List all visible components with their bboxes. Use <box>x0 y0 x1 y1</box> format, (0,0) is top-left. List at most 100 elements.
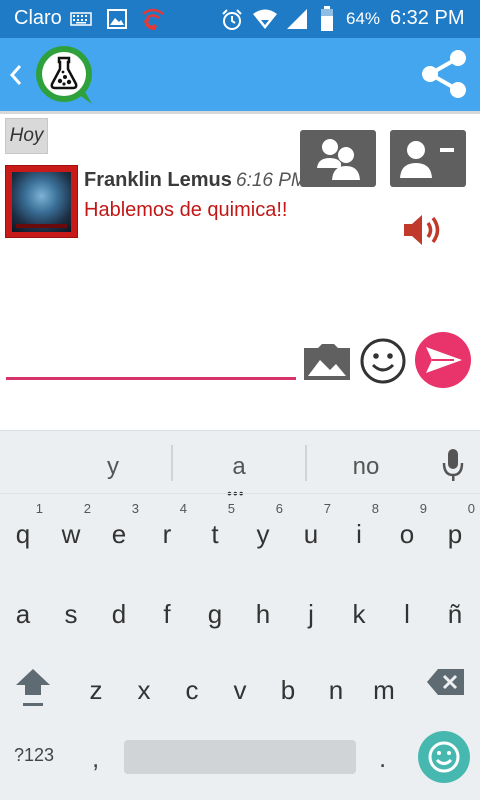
back-arrow-icon[interactable] <box>6 58 26 92</box>
key-label: l <box>404 599 410 629</box>
suggestion-3[interactable]: no <box>344 453 388 481</box>
key-s[interactable]: s <box>49 581 93 637</box>
key-u[interactable]: u7 <box>289 501 333 557</box>
image-icon <box>107 9 127 29</box>
key-number-hint: 3 <box>131 501 139 516</box>
key-d[interactable]: d <box>97 581 141 637</box>
key-label: a <box>15 599 31 629</box>
key-label: r <box>162 519 172 549</box>
key-label: d <box>111 599 127 629</box>
keyboard-divider <box>0 493 480 494</box>
key-label: b <box>280 675 296 705</box>
key-label: f <box>163 599 171 629</box>
key-n[interactable]: n <box>314 657 358 713</box>
contact-button[interactable] <box>390 130 466 187</box>
suggestion-2[interactable]: a <box>222 453 256 481</box>
key-h[interactable]: h <box>241 581 285 637</box>
group-button[interactable] <box>300 130 376 187</box>
key-l[interactable]: l <box>385 581 429 637</box>
shift-icon[interactable] <box>14 665 52 709</box>
day-separator: Hoy <box>5 118 48 154</box>
key-t[interactable]: t5 <box>193 501 237 557</box>
avatar-image <box>12 172 71 232</box>
speaker-icon[interactable] <box>402 212 444 248</box>
message-input[interactable] <box>6 340 296 380</box>
signal-icon <box>287 9 307 29</box>
key-i[interactable]: i8 <box>337 501 381 557</box>
key-z[interactable]: z <box>74 657 118 713</box>
chemistry-flask-logo <box>36 46 92 104</box>
group-icon <box>317 139 360 180</box>
key-label: q <box>15 519 31 549</box>
suggestion-separator <box>305 445 307 481</box>
key-r[interactable]: r4 <box>145 501 189 557</box>
key-label: p <box>447 519 463 549</box>
key-label: s <box>64 599 78 629</box>
emoji-key-icon <box>428 741 460 773</box>
period-key[interactable]: . <box>379 743 386 774</box>
key-w[interactable]: w2 <box>49 501 93 557</box>
key-label: z <box>89 675 103 705</box>
mic-icon[interactable] <box>440 447 466 483</box>
key-label: o <box>399 519 415 549</box>
clock: 6:32 PM <box>390 7 465 29</box>
avatar[interactable] <box>5 165 78 238</box>
key-label: i <box>356 519 362 549</box>
key-m[interactable]: m <box>362 657 406 713</box>
key-number-hint: 6 <box>275 501 283 516</box>
key-p[interactable]: p0 <box>433 501 477 557</box>
spacebar[interactable] <box>124 740 356 774</box>
key-label: v <box>233 675 247 705</box>
key-q[interactable]: q1 <box>1 501 45 557</box>
header-divider <box>0 111 480 114</box>
backspace-icon[interactable] <box>426 667 466 697</box>
send-icon[interactable] <box>414 331 472 389</box>
battery-percent: 64% <box>346 9 381 28</box>
symbols-key[interactable]: ?123 <box>14 745 54 766</box>
key-k[interactable]: k <box>337 581 381 637</box>
key-y[interactable]: y6 <box>241 501 285 557</box>
key-label: h <box>255 599 271 629</box>
status-bar: Claro 64% 6:32 PM <box>0 0 480 38</box>
app-bar <box>0 38 480 111</box>
avatar-caption-band <box>16 224 67 228</box>
key-c[interactable]: c <box>170 657 214 713</box>
key-label: y <box>256 519 270 549</box>
key-number-hint: 0 <box>467 501 475 516</box>
key-v[interactable]: v <box>218 657 262 713</box>
key-b[interactable]: b <box>266 657 310 713</box>
key-label: c <box>185 675 199 705</box>
key-label: ñ <box>447 599 463 629</box>
alarm-icon <box>222 9 242 30</box>
comma-key[interactable]: , <box>92 743 99 774</box>
gallery-icon[interactable] <box>302 340 352 382</box>
key-label: u <box>303 519 319 549</box>
message-time: 6:16 PM <box>236 170 307 191</box>
suggestion-1[interactable]: y <box>96 453 130 481</box>
key-x[interactable]: x <box>122 657 166 713</box>
key-number-hint: 7 <box>323 501 331 516</box>
key-e[interactable]: e3 <box>97 501 141 557</box>
smiley-icon[interactable] <box>358 336 408 386</box>
key-o[interactable]: o9 <box>385 501 429 557</box>
emoji-key[interactable] <box>418 731 470 783</box>
key-label: x <box>137 675 151 705</box>
key-label: n <box>328 675 344 705</box>
key-number-hint: 5 <box>227 501 235 516</box>
keyboard: y a ••• no q1w2e3r4t5y6u7i8o9p0 asdfghjk… <box>0 430 480 800</box>
key-g[interactable]: g <box>193 581 237 637</box>
key-label: e <box>111 519 127 549</box>
key-label: k <box>352 599 366 629</box>
key-f[interactable]: f <box>145 581 189 637</box>
key-ñ[interactable]: ñ <box>433 581 477 637</box>
key-a[interactable]: a <box>1 581 45 637</box>
keyboard-icon <box>70 12 92 26</box>
key-j[interactable]: j <box>289 581 333 637</box>
key-number-hint: 2 <box>83 501 91 516</box>
contact-card-icon <box>400 141 454 178</box>
suggestion-separator <box>171 445 173 481</box>
carrier-label: Claro <box>14 7 62 29</box>
key-label: t <box>211 519 219 549</box>
key-label: m <box>373 675 395 705</box>
share-icon[interactable] <box>418 48 470 100</box>
